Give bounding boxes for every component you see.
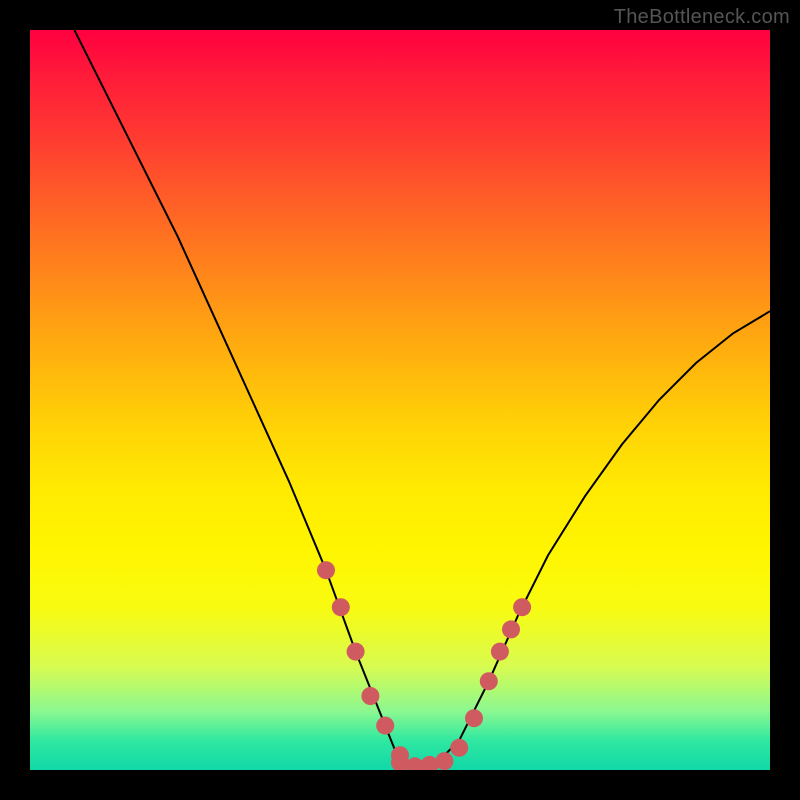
plot-area [30,30,770,770]
chart-frame: TheBottleneck.com [0,0,800,800]
watermark-text: TheBottleneck.com [614,6,790,29]
